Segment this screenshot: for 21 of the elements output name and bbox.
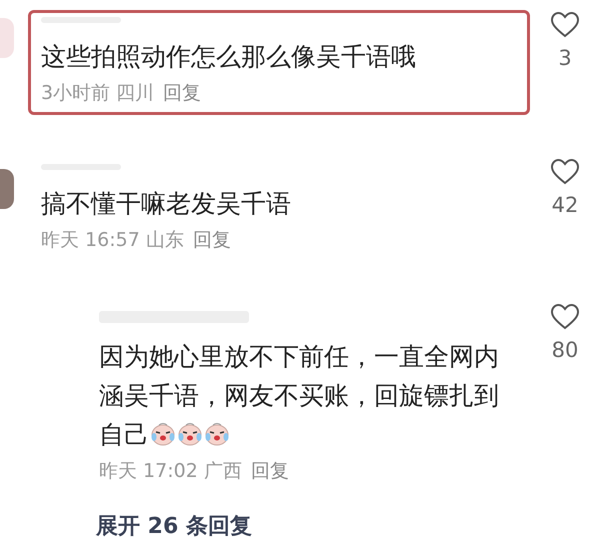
avatar [0, 169, 14, 209]
comment-text: 搞不懂干嘛老发吴千语 [41, 188, 292, 220]
like-count: 80 [552, 338, 578, 362]
heart-icon[interactable] [551, 12, 579, 38]
reply-link[interactable]: 回复 [250, 458, 289, 484]
expand-replies-link[interactable]: 展开 26 条回复 [0, 511, 600, 539]
reply-link[interactable]: 回复 [163, 80, 202, 106]
heart-icon[interactable] [551, 304, 579, 330]
crying-face-icon [150, 422, 176, 446]
comment-text: 这些拍照动作怎么那么像吴千语哦 [41, 41, 417, 73]
heart-icon[interactable] [551, 159, 579, 185]
avatar [0, 18, 14, 58]
like-count: 42 [552, 193, 578, 217]
crying-face-icon [177, 422, 203, 446]
like-count: 3 [558, 46, 572, 70]
comment-meta: 3小时前 四川 [41, 81, 154, 106]
comment-text: 因为她心里放不下前任，一直全网内涵吴千语，网友不买账，回旋镖扎到自己 [99, 341, 499, 451]
comment-meta: 昨天 17:02 广西 [99, 459, 242, 484]
comment-meta: 昨天 16:57 山东 [41, 228, 184, 253]
reply-link[interactable]: 回复 [192, 227, 231, 253]
crying-face-icon [204, 422, 230, 446]
